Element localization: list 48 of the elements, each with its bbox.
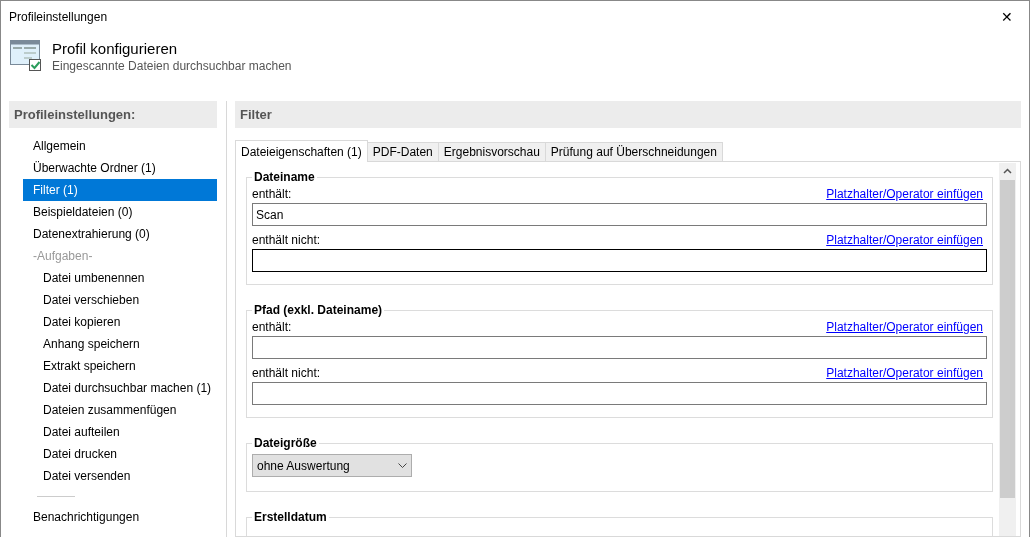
- group-title: Pfad (exkl. Dateiname): [253, 303, 384, 317]
- sidebar-item[interactable]: Datei umbenennen: [23, 267, 217, 289]
- sidebar-item[interactable]: Datei aufteilen: [23, 421, 217, 443]
- chevron-down-icon: [398, 463, 407, 468]
- field-label: enthält nicht:: [252, 233, 321, 247]
- dialog-heading: Profil konfigurieren: [52, 40, 179, 57]
- insert-placeholder-link[interactable]: Platzhalter/Operator einfügen: [826, 187, 983, 201]
- group-title: Dateigröße: [253, 436, 318, 450]
- insert-placeholder-link[interactable]: Platzhalter/Operator einfügen: [826, 366, 983, 380]
- sidebar-item[interactable]: Benachrichtigungen: [23, 506, 217, 528]
- sidebar-item[interactable]: Dateien zusammenfügen: [23, 399, 217, 421]
- tab[interactable]: Prüfung auf Überschneidungen: [544, 142, 723, 162]
- sidebar-item[interactable]: Datei verschieben: [23, 289, 217, 311]
- tab[interactable]: Ergebnisvorschau: [437, 142, 546, 162]
- scrollbar[interactable]: [999, 163, 1016, 536]
- sidebar-item[interactable]: Filter (1): [23, 179, 217, 201]
- tab[interactable]: PDF-Daten: [366, 142, 439, 162]
- dialog-subtitle: Eingescannte Dateien durchsuchbar machen: [52, 59, 292, 73]
- size-dropdown[interactable]: ohne Auswertung: [252, 454, 412, 477]
- sidebar-item[interactable]: Allgemein: [23, 135, 217, 157]
- panel-title: Filter: [235, 101, 1021, 128]
- insert-placeholder-link[interactable]: Platzhalter/Operator einfügen: [826, 320, 983, 334]
- text-field[interactable]: [252, 382, 987, 405]
- sidebar-item[interactable]: Beispieldateien (0): [23, 201, 217, 223]
- group-title: Erstelldatum: [253, 510, 328, 524]
- sidebar-item[interactable]: Datei durchsuchbar machen (1): [23, 377, 217, 399]
- sidebar-item[interactable]: Extrakt speichern: [23, 355, 217, 377]
- text-field[interactable]: [252, 336, 987, 359]
- sidebar-item[interactable]: Datei drucken: [23, 443, 217, 465]
- field-label: enthält nicht:: [252, 366, 321, 380]
- insert-placeholder-link[interactable]: Platzhalter/Operator einfügen: [826, 233, 983, 247]
- profile-settings-icon: [10, 40, 42, 72]
- sidebar-item[interactable]: Datei versenden: [23, 465, 217, 487]
- group-title: Dateiname: [253, 170, 316, 184]
- sidebar-item[interactable]: Datenextrahierung (0): [23, 223, 217, 245]
- scroll-thumb[interactable]: [1000, 180, 1015, 498]
- sidebar-item[interactable]: Datei kopieren: [23, 311, 217, 333]
- field-label: enthält:: [252, 187, 292, 201]
- tab[interactable]: Dateieigenschaften (1): [235, 140, 368, 162]
- sidebar-item[interactable]: Anhang speichern: [23, 333, 217, 355]
- window-title: Profileinstellungen: [9, 9, 108, 24]
- text-field[interactable]: [252, 249, 987, 272]
- field-label: enthält:: [252, 320, 292, 334]
- sidebar-heading: -Aufgaben-: [32, 248, 94, 265]
- text-field[interactable]: Scan: [252, 203, 987, 226]
- close-button[interactable]: ✕: [985, 1, 1029, 32]
- sidebar-item[interactable]: Überwachte Ordner (1): [23, 157, 217, 179]
- sidebar-title: Profileinstellungen:: [9, 101, 217, 128]
